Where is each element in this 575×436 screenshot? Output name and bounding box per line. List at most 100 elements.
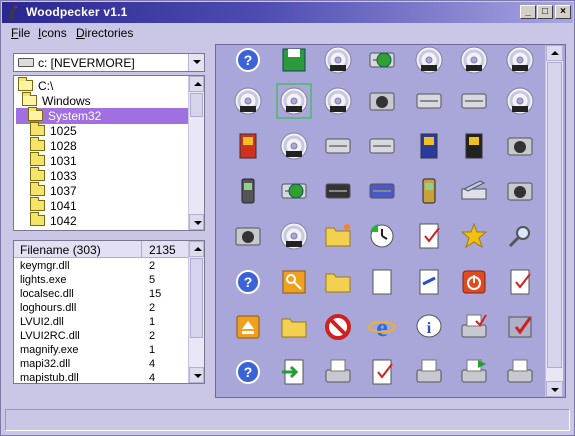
tape-drive-icon[interactable] bbox=[416, 93, 442, 109]
zip-drive-icon[interactable] bbox=[325, 183, 351, 199]
maximize-button[interactable]: □ bbox=[537, 5, 553, 19]
close-button[interactable]: × bbox=[555, 5, 571, 19]
internet-explorer-icon[interactable]: e bbox=[368, 313, 396, 342]
icon-grid-scrollbar[interactable] bbox=[545, 45, 563, 397]
key-icon[interactable] bbox=[282, 270, 306, 294]
directory-scrollbar[interactable] bbox=[188, 76, 204, 230]
find-folder-icon[interactable] bbox=[281, 318, 307, 338]
cdr-icon[interactable] bbox=[506, 46, 534, 74]
camera-small-icon[interactable] bbox=[507, 182, 533, 201]
network-add-icon[interactable] bbox=[369, 52, 395, 68]
directory-item[interactable]: 1042 bbox=[14, 212, 184, 229]
no-entry-icon[interactable] bbox=[325, 314, 351, 340]
directory-item[interactable]: 1025 bbox=[14, 122, 184, 139]
drive-select[interactable]: c: [NEVERMORE] bbox=[13, 53, 205, 72]
directory-item[interactable]: 1031 bbox=[14, 152, 184, 169]
menu-file[interactable]: File bbox=[11, 26, 30, 40]
help-circle-icon[interactable]: ? bbox=[236, 270, 260, 294]
scroll-thumb[interactable] bbox=[190, 93, 203, 117]
file-row[interactable]: keymgr.dll 2 bbox=[14, 260, 189, 274]
directory-item[interactable]: 1033 bbox=[14, 167, 184, 184]
cd-icon[interactable] bbox=[506, 87, 534, 115]
directory-item[interactable]: Windows bbox=[14, 92, 184, 109]
smart-card-icon[interactable] bbox=[420, 133, 438, 159]
scroll-down-button[interactable] bbox=[189, 214, 204, 230]
folder-star-icon[interactable] bbox=[325, 224, 351, 247]
camera-icon[interactable] bbox=[507, 137, 533, 156]
scroll-up-button[interactable] bbox=[189, 241, 204, 257]
directory-item[interactable]: C:\ bbox=[14, 77, 184, 94]
dvdrw-icon[interactable] bbox=[280, 222, 308, 250]
file-row[interactable]: loghours.dll 2 bbox=[14, 302, 189, 316]
document-check-icon[interactable] bbox=[372, 359, 393, 385]
search-icon[interactable] bbox=[508, 226, 530, 248]
scanner-icon[interactable] bbox=[461, 180, 487, 200]
info-icon[interactable]: i bbox=[416, 314, 442, 338]
time-document-icon[interactable] bbox=[372, 269, 392, 295]
printer-network-icon[interactable] bbox=[281, 183, 307, 199]
scroll-down-button[interactable] bbox=[546, 381, 563, 397]
printer-icon[interactable] bbox=[416, 359, 442, 383]
directory-item[interactable]: 1041 bbox=[14, 197, 184, 214]
directory-item[interactable]: 1037 bbox=[14, 182, 184, 199]
pda-icon[interactable] bbox=[422, 178, 436, 204]
directory-item[interactable]: 1028 bbox=[14, 137, 184, 154]
column-header-count[interactable]: 2135 bbox=[149, 243, 176, 257]
directory-item[interactable]: System32 bbox=[16, 107, 188, 124]
tasks-icon[interactable] bbox=[419, 223, 440, 249]
cdrw-icon[interactable] bbox=[234, 87, 262, 115]
file-row[interactable]: lights.exe 5 bbox=[14, 274, 189, 288]
file-row[interactable]: mapistub.dll 4 bbox=[14, 372, 189, 383]
shield-check-icon[interactable] bbox=[508, 316, 532, 338]
file-row[interactable]: localsec.dll 15 bbox=[14, 288, 189, 302]
printer-check-icon[interactable] bbox=[461, 314, 487, 338]
drive-dropdown-button[interactable] bbox=[188, 54, 204, 71]
star-icon[interactable] bbox=[460, 222, 488, 249]
file-row[interactable]: mapi32.dll 4 bbox=[14, 358, 189, 372]
title-bar[interactable]: Woodpecker v1.1 _ □ × bbox=[2, 2, 573, 23]
fax-printer-icon[interactable] bbox=[507, 359, 533, 383]
drive-blue-icon[interactable] bbox=[369, 183, 395, 199]
scroll-thumb[interactable] bbox=[547, 62, 562, 368]
column-header-filename[interactable]: Filename (303) bbox=[20, 243, 101, 257]
file-row[interactable]: LVUI2RC.dll 2 bbox=[14, 330, 189, 344]
scanner-camera-icon[interactable] bbox=[369, 92, 395, 111]
column-separator[interactable] bbox=[141, 241, 142, 258]
window-arrow-icon[interactable] bbox=[419, 269, 439, 295]
menu-icons[interactable]: Icons bbox=[38, 26, 67, 40]
camcorder-icon[interactable] bbox=[235, 227, 261, 246]
minimize-button[interactable]: _ bbox=[520, 5, 536, 19]
scroll-up-button[interactable] bbox=[189, 76, 204, 92]
memory-card-icon[interactable] bbox=[465, 133, 483, 159]
file-list-scrollbar[interactable] bbox=[188, 241, 204, 383]
dvd-drive-icon[interactable] bbox=[324, 46, 352, 74]
scroll-down-button[interactable] bbox=[189, 367, 204, 383]
phone-icon[interactable] bbox=[241, 178, 255, 204]
help-document-icon[interactable]: ? bbox=[236, 360, 260, 384]
printer-arrow-icon[interactable] bbox=[461, 359, 487, 383]
disk-unit-icon[interactable] bbox=[369, 138, 395, 154]
removable-red-icon[interactable] bbox=[239, 133, 257, 159]
file-row[interactable]: LVUI2.dll 1 bbox=[14, 316, 189, 330]
power-icon[interactable] bbox=[462, 270, 486, 294]
dvdram-icon[interactable] bbox=[276, 83, 312, 119]
file-row[interactable]: magnify.exe 1 bbox=[14, 344, 189, 358]
export-document-icon[interactable] bbox=[282, 359, 304, 385]
dvdr-icon[interactable] bbox=[324, 87, 352, 115]
cd-icon[interactable] bbox=[415, 46, 443, 74]
drive-icon[interactable] bbox=[461, 93, 487, 109]
clock-icon[interactable] bbox=[370, 224, 394, 248]
scroll-thumb[interactable] bbox=[190, 258, 203, 338]
directory-list[interactable]: C:\ Windows System32 1025 1028 1031 1033 1037 10… bbox=[13, 75, 205, 231]
eject-icon[interactable] bbox=[236, 315, 260, 339]
floppy-drive-icon[interactable] bbox=[325, 138, 351, 154]
menu-directories[interactable]: Directories bbox=[76, 26, 133, 40]
file-list[interactable]: Filename (303) 2135 keymgr.dll 2 lights.ex… bbox=[13, 240, 205, 384]
program-folder-icon[interactable] bbox=[325, 273, 351, 293]
printer-doc-icon[interactable] bbox=[325, 359, 351, 383]
help-icon[interactable]: ? bbox=[236, 48, 260, 72]
scroll-up-button[interactable] bbox=[546, 45, 563, 61]
checklist-icon[interactable] bbox=[510, 269, 531, 295]
dvdrom-icon[interactable] bbox=[280, 132, 308, 160]
cdrom-icon[interactable] bbox=[460, 46, 488, 74]
